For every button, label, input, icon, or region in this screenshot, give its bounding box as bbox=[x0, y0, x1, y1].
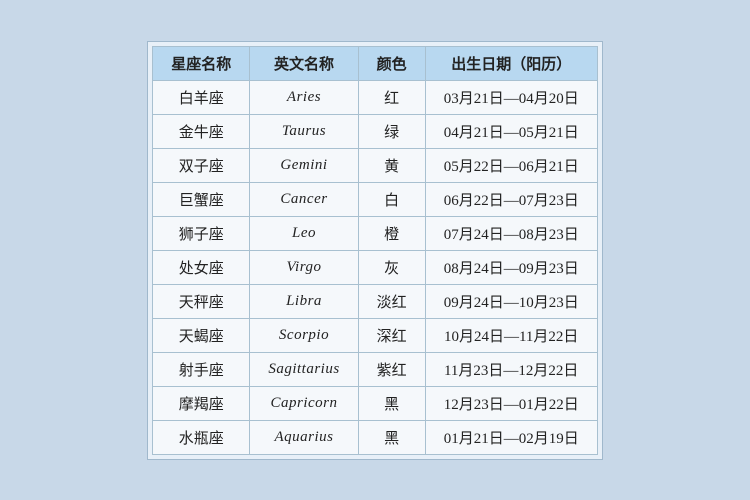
cell-r6-c0: 天秤座 bbox=[153, 284, 250, 318]
cell-r9-c3: 12月23日—01月22日 bbox=[425, 386, 597, 420]
table-header-row: 星座名称 英文名称 颜色 出生日期（阳历） bbox=[153, 46, 597, 80]
cell-r8-c0: 射手座 bbox=[153, 352, 250, 386]
cell-r7-c1: Scorpio bbox=[250, 318, 358, 352]
cell-r0-c0: 白羊座 bbox=[153, 80, 250, 114]
cell-r6-c3: 09月24日—10月23日 bbox=[425, 284, 597, 318]
table-row: 天蝎座Scorpio深红10月24日—11月22日 bbox=[153, 318, 597, 352]
cell-r0-c1: Aries bbox=[250, 80, 358, 114]
table-row: 水瓶座Aquarius黑01月21日—02月19日 bbox=[153, 420, 597, 454]
cell-r4-c3: 07月24日—08月23日 bbox=[425, 216, 597, 250]
table-row: 射手座Sagittarius紫红11月23日—12月22日 bbox=[153, 352, 597, 386]
cell-r6-c1: Libra bbox=[250, 284, 358, 318]
cell-r2-c0: 双子座 bbox=[153, 148, 250, 182]
cell-r5-c2: 灰 bbox=[358, 250, 425, 284]
cell-r8-c2: 紫红 bbox=[358, 352, 425, 386]
cell-r8-c3: 11月23日—12月22日 bbox=[425, 352, 597, 386]
cell-r7-c2: 深红 bbox=[358, 318, 425, 352]
col-header-color: 颜色 bbox=[358, 46, 425, 80]
table-row: 摩羯座Capricorn黑12月23日—01月22日 bbox=[153, 386, 597, 420]
cell-r2-c1: Gemini bbox=[250, 148, 358, 182]
cell-r4-c2: 橙 bbox=[358, 216, 425, 250]
cell-r3-c3: 06月22日—07月23日 bbox=[425, 182, 597, 216]
cell-r10-c3: 01月21日—02月19日 bbox=[425, 420, 597, 454]
cell-r2-c3: 05月22日—06月21日 bbox=[425, 148, 597, 182]
cell-r1-c0: 金牛座 bbox=[153, 114, 250, 148]
cell-r1-c3: 04月21日—05月21日 bbox=[425, 114, 597, 148]
cell-r9-c1: Capricorn bbox=[250, 386, 358, 420]
col-header-date: 出生日期（阳历） bbox=[425, 46, 597, 80]
cell-r1-c1: Taurus bbox=[250, 114, 358, 148]
cell-r10-c2: 黑 bbox=[358, 420, 425, 454]
cell-r4-c1: Leo bbox=[250, 216, 358, 250]
cell-r10-c1: Aquarius bbox=[250, 420, 358, 454]
table-row: 白羊座Aries红03月21日—04月20日 bbox=[153, 80, 597, 114]
cell-r3-c2: 白 bbox=[358, 182, 425, 216]
zodiac-table: 星座名称 英文名称 颜色 出生日期（阳历） 白羊座Aries红03月21日—04… bbox=[152, 46, 597, 455]
cell-r5-c1: Virgo bbox=[250, 250, 358, 284]
cell-r0-c3: 03月21日—04月20日 bbox=[425, 80, 597, 114]
cell-r9-c0: 摩羯座 bbox=[153, 386, 250, 420]
cell-r7-c3: 10月24日—11月22日 bbox=[425, 318, 597, 352]
col-header-english: 英文名称 bbox=[250, 46, 358, 80]
cell-r7-c0: 天蝎座 bbox=[153, 318, 250, 352]
col-header-chinese: 星座名称 bbox=[153, 46, 250, 80]
cell-r8-c1: Sagittarius bbox=[250, 352, 358, 386]
table-row: 金牛座Taurus绿04月21日—05月21日 bbox=[153, 114, 597, 148]
cell-r5-c3: 08月24日—09月23日 bbox=[425, 250, 597, 284]
cell-r3-c0: 巨蟹座 bbox=[153, 182, 250, 216]
table-row: 狮子座Leo橙07月24日—08月23日 bbox=[153, 216, 597, 250]
table-row: 双子座Gemini黄05月22日—06月21日 bbox=[153, 148, 597, 182]
cell-r3-c1: Cancer bbox=[250, 182, 358, 216]
table-container: 星座名称 英文名称 颜色 出生日期（阳历） 白羊座Aries红03月21日—04… bbox=[147, 41, 602, 460]
cell-r0-c2: 红 bbox=[358, 80, 425, 114]
cell-r9-c2: 黑 bbox=[358, 386, 425, 420]
cell-r5-c0: 处女座 bbox=[153, 250, 250, 284]
table-row: 处女座Virgo灰08月24日—09月23日 bbox=[153, 250, 597, 284]
cell-r2-c2: 黄 bbox=[358, 148, 425, 182]
cell-r10-c0: 水瓶座 bbox=[153, 420, 250, 454]
cell-r1-c2: 绿 bbox=[358, 114, 425, 148]
table-row: 天秤座Libra淡红09月24日—10月23日 bbox=[153, 284, 597, 318]
cell-r6-c2: 淡红 bbox=[358, 284, 425, 318]
table-row: 巨蟹座Cancer白06月22日—07月23日 bbox=[153, 182, 597, 216]
cell-r4-c0: 狮子座 bbox=[153, 216, 250, 250]
